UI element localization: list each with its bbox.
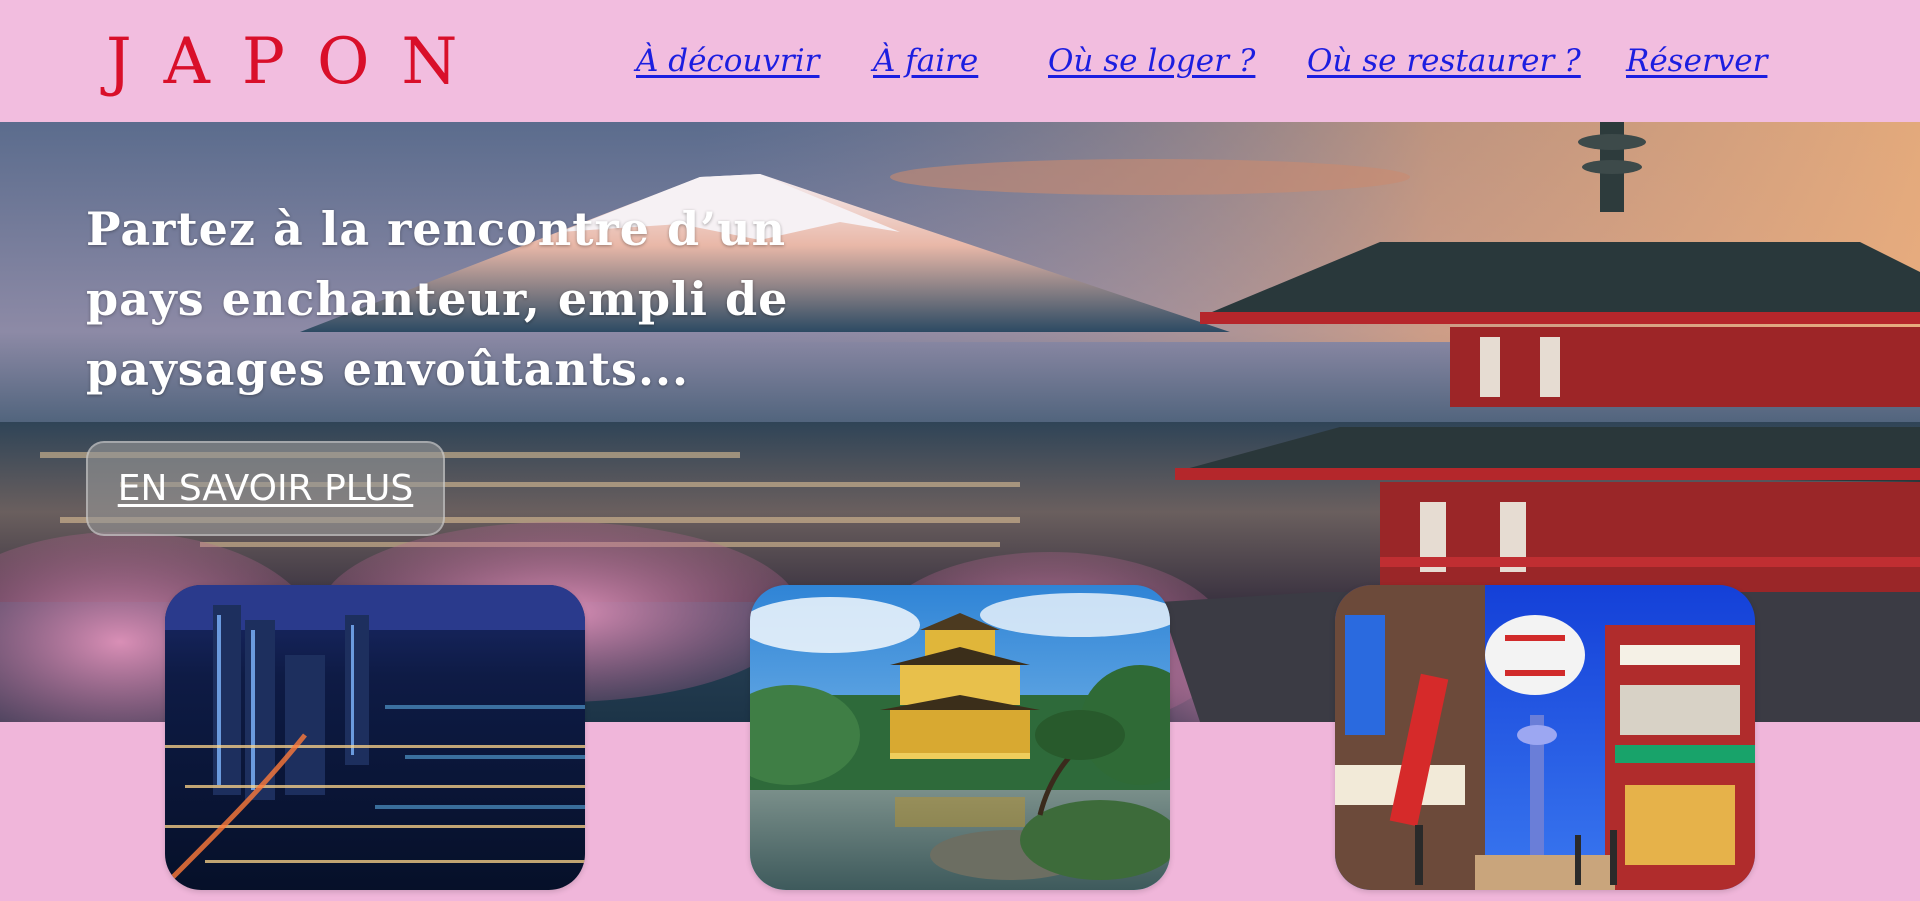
nav-link-faire[interactable]: À faire: [873, 36, 978, 86]
nav-link-decouvrir[interactable]: À découvrir: [636, 36, 820, 86]
site-logo[interactable]: JAPON: [106, 22, 489, 102]
nav-link-restaurer[interactable]: Où se restaurer ?: [1307, 36, 1581, 86]
card-golden-pavilion[interactable]: [750, 585, 1170, 890]
card-tokyo-night[interactable]: [165, 585, 585, 890]
nav-link-loger[interactable]: Où se loger ?: [1048, 36, 1255, 86]
site-header: JAPON À découvrir À faire Où se loger ? …: [0, 0, 1920, 122]
learn-more-button[interactable]: EN SAVOIR PLUS: [86, 441, 445, 536]
tokyo-night-image: [165, 585, 585, 890]
osaka-street-image: [1335, 585, 1755, 890]
nav-link-reserver[interactable]: Réserver: [1626, 36, 1767, 86]
golden-pavilion-image: [750, 585, 1170, 890]
hero-headline: Partez à la rencontre d’un pays enchante…: [86, 202, 789, 396]
page: JAPON À découvrir À faire Où se loger ? …: [0, 0, 1920, 901]
card-osaka-street[interactable]: [1335, 585, 1755, 890]
